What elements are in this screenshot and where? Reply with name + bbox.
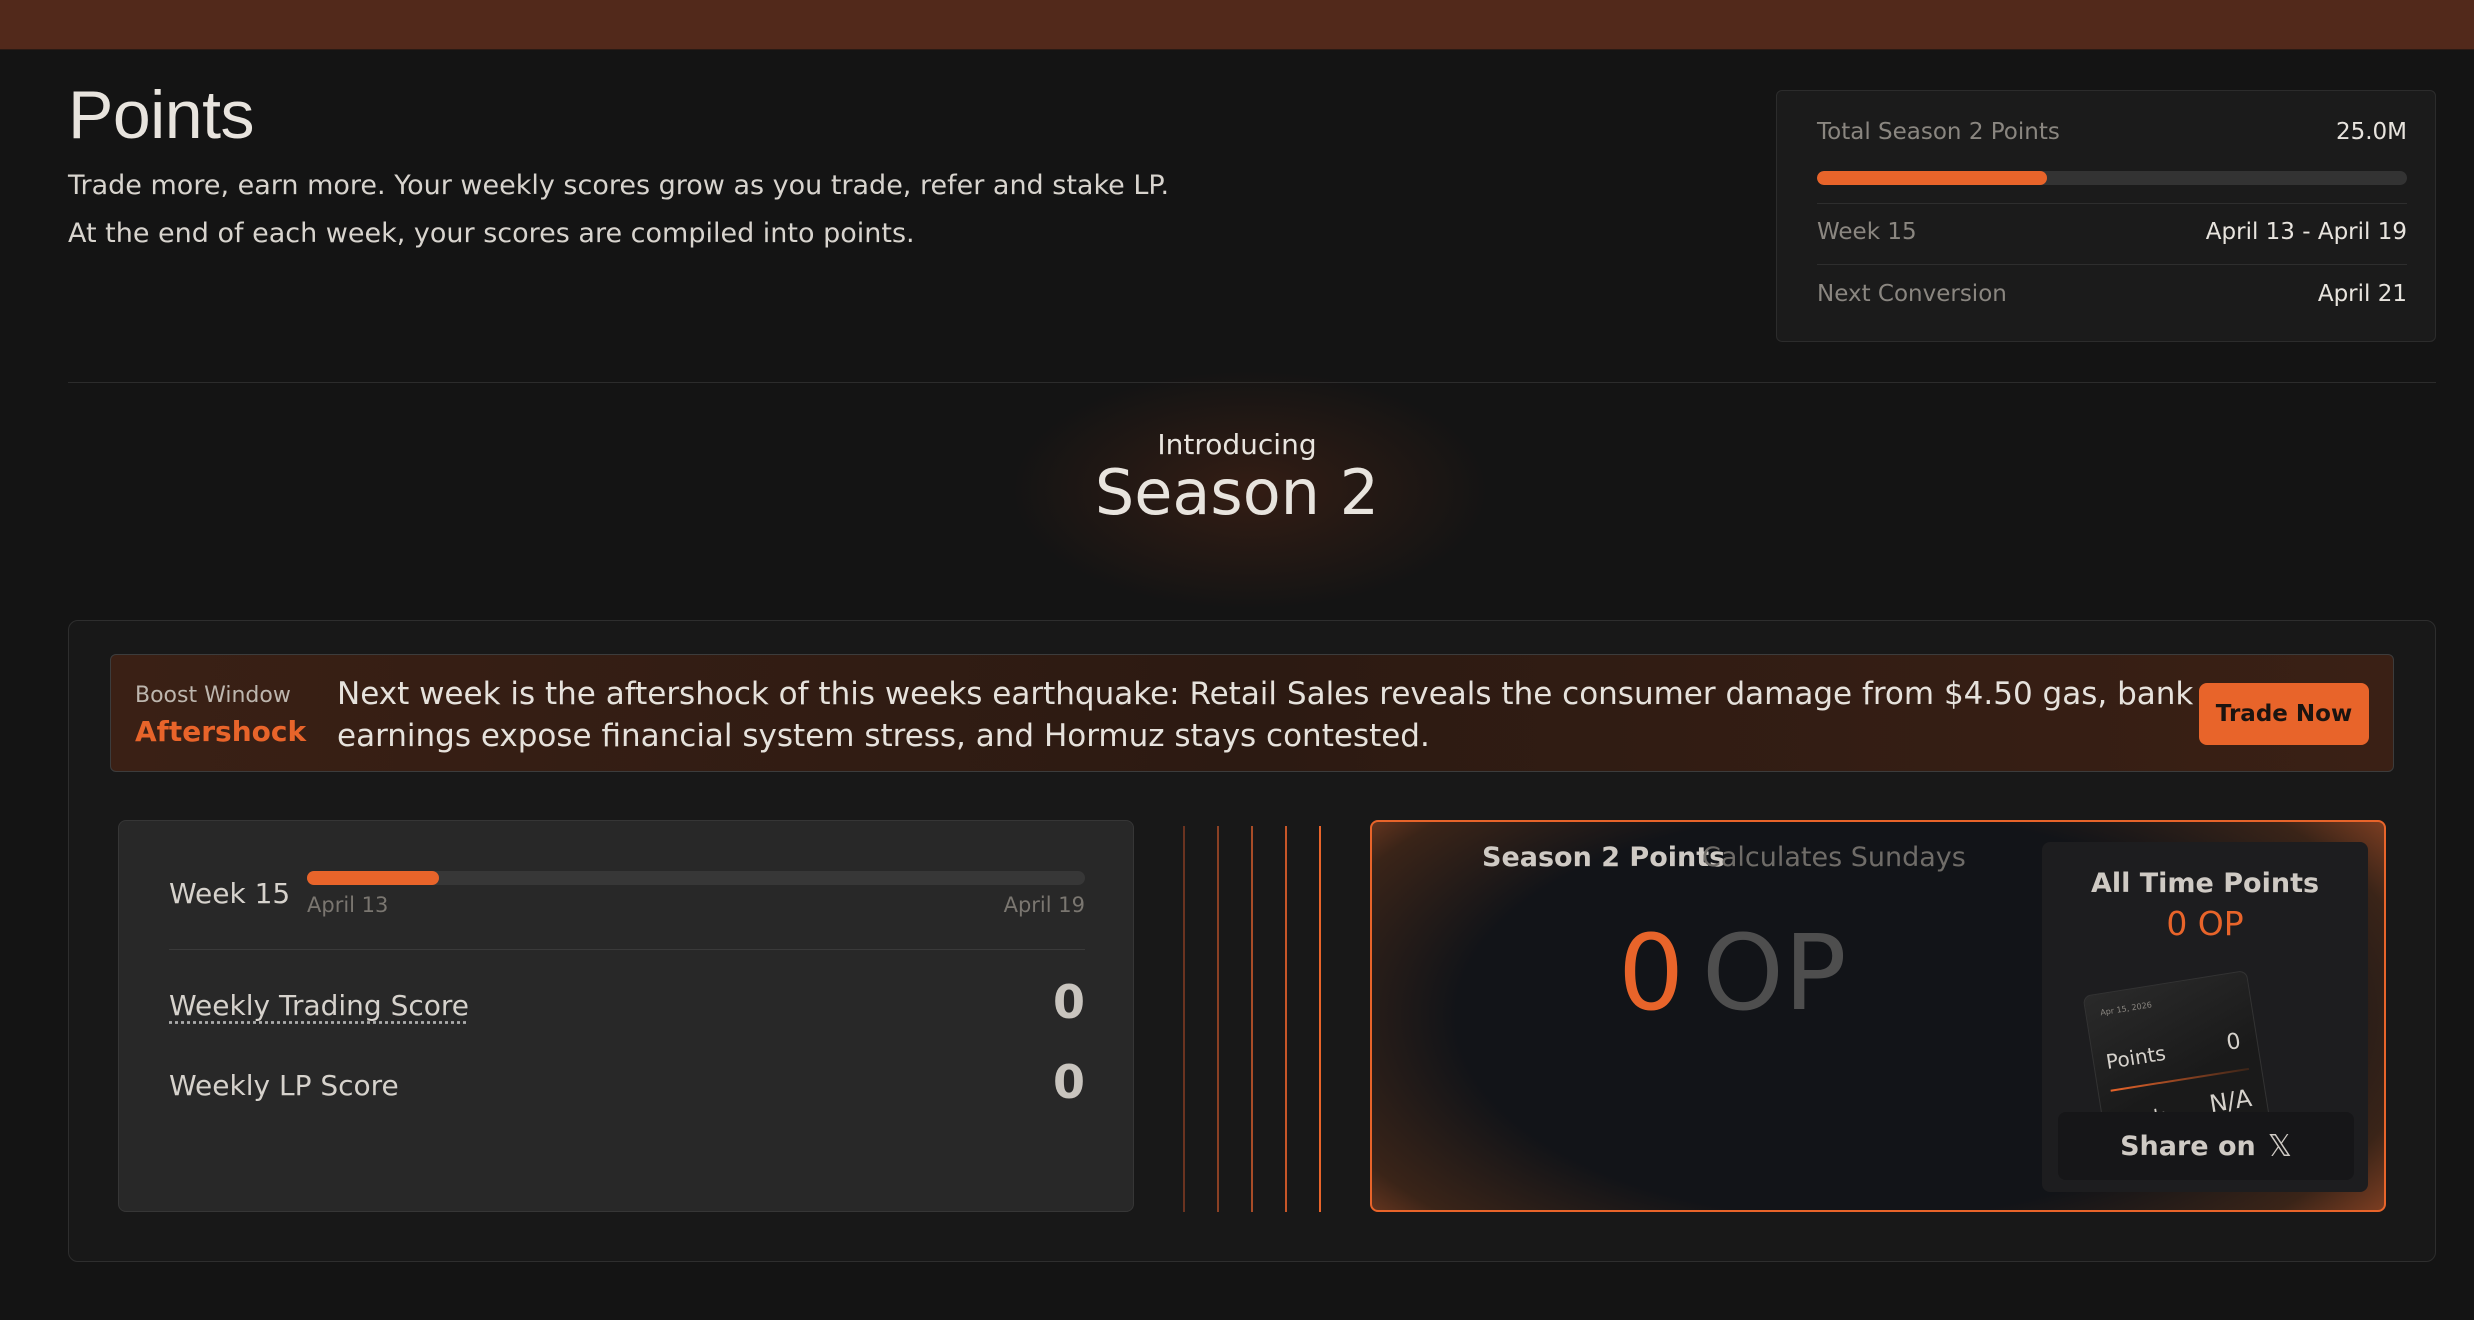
total-points-value: 25.0M (2335, 119, 2407, 145)
next-conversion-value: April 21 (2317, 281, 2407, 307)
week-start-date: April 13 (307, 893, 389, 917)
boost-window-banner: Boost Window Aftershock Next week is the… (110, 654, 2394, 772)
page-description: Trade more, earn more. Your weekly score… (68, 170, 1170, 249)
season-2-points-unit: OP (1702, 912, 1847, 1034)
week-progress (307, 871, 1085, 885)
weekly-lp-score-label: Weekly LP Score (169, 1069, 399, 1102)
season-2-points-subtitle: Calculates Sundays (1702, 842, 1966, 873)
share-label: Share on (2120, 1130, 2256, 1162)
decor-line (1285, 826, 1287, 1212)
stats-divider (1817, 264, 2407, 265)
weekly-trading-score-label[interactable]: Weekly Trading Score (169, 989, 469, 1022)
week-progress-fill (307, 871, 440, 885)
boost-window-name: Aftershock (135, 715, 307, 748)
week-label: Week 15 (169, 877, 291, 910)
share-on-x-button[interactable]: Share on 𝕏 (2058, 1112, 2354, 1180)
week-end-date: April 19 (1003, 893, 1085, 917)
top-bar (0, 0, 2474, 50)
week-divider (169, 949, 1085, 950)
boost-window-text: Next week is the aftershock of this week… (337, 676, 2194, 754)
week-range: April 13 - April 19 (2205, 219, 2407, 245)
weekly-trading-score-value: 0 (1052, 975, 1085, 1029)
total-points-progress-fill (1817, 171, 2048, 185)
decor-line (1251, 826, 1253, 1212)
share-card-date: Apr 15, 2026 (2099, 1000, 2153, 1018)
all-time-points-value: 0 OP (2166, 904, 2244, 943)
page-title: Points (68, 77, 255, 153)
decor-line (1183, 826, 1185, 1212)
stats-divider (1817, 203, 2407, 204)
next-conversion-label: Next Conversion (1817, 281, 2007, 307)
season-stats-card: Total Season 2 Points 25.0M Week 15 Apri… (1776, 90, 2436, 342)
season-2-points-value: 0 (1618, 912, 1685, 1034)
all-time-points-title: All Time Points (2090, 868, 2320, 899)
share-card-points-value: 0 (2224, 1028, 2243, 1056)
x-logo-icon: 𝕏 (2267, 1128, 2292, 1164)
week-row: Week 15 April 13 - April 19 (1817, 219, 2407, 245)
trade-now-button[interactable]: Trade Now (2199, 683, 2369, 745)
total-points-row: Total Season 2 Points 25.0M (1817, 119, 2407, 145)
intro-heading: Season 2 (1094, 456, 1380, 529)
weekly-lp-score-value: 0 (1052, 1055, 1085, 1109)
boost-window-label: Boost Window (135, 683, 291, 708)
season-2-points-title: Season 2 Points (1482, 842, 1726, 873)
season-2-points-card: Season 2 Points Calculates Sundays 0 OP … (1370, 820, 2386, 1212)
all-time-points-panel: All Time Points 0 OP Apr 15, 2026 Points… (2042, 842, 2368, 1192)
total-points-progress (1817, 171, 2407, 185)
total-points-label: Total Season 2 Points (1817, 119, 2060, 145)
weekly-scores-card: Week 15 April 13 April 19 Weekly Trading… (118, 820, 1134, 1212)
share-card-points-label: Points (2104, 1040, 2168, 1074)
next-conversion-row: Next Conversion April 21 (1817, 281, 2407, 307)
decor-line (1217, 826, 1219, 1212)
decor-line (1319, 826, 1321, 1212)
week-label: Week 15 (1817, 219, 1917, 245)
